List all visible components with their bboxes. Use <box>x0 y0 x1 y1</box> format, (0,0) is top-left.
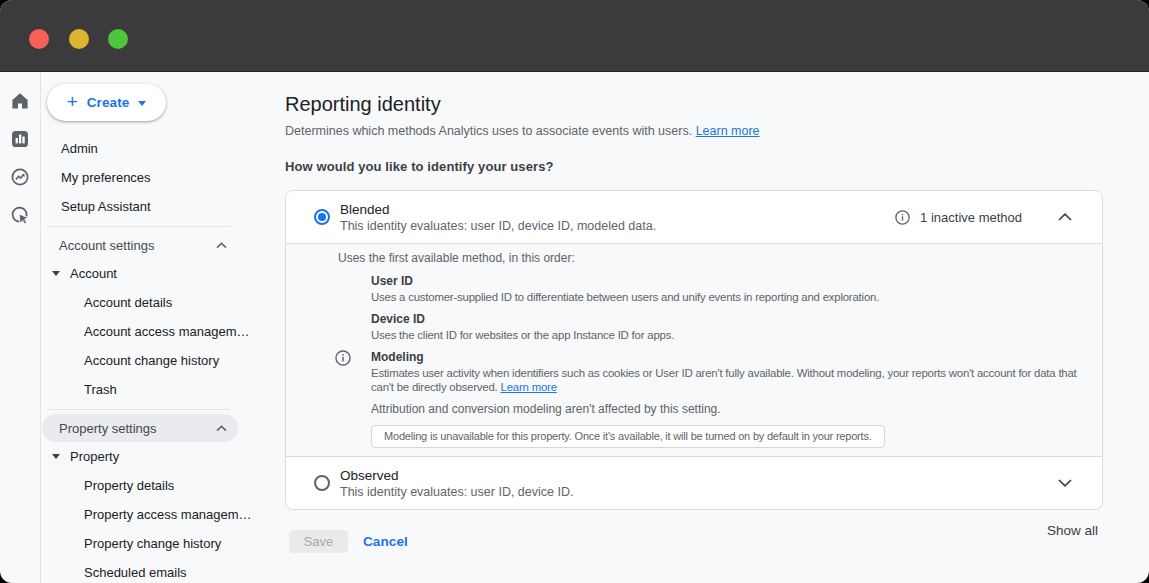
window-titlebar <box>0 0 1149 72</box>
sidebar-item-account-details[interactable]: Account details <box>41 288 285 317</box>
modeling-unavailable-notice: Modeling is unavailable for this propert… <box>371 425 885 448</box>
explore-icon[interactable] <box>10 167 30 187</box>
sidebar-group-account[interactable]: Account <box>41 259 285 288</box>
modeling-desc: Estimates user activity when identifiers… <box>371 366 1077 394</box>
section-property-settings[interactable]: Property settings <box>42 414 238 442</box>
info-icon <box>895 210 910 225</box>
inactive-method-label: 1 inactive method <box>920 210 1022 225</box>
app-window: + Create Admin My preferences Setup Assi… <box>0 0 1149 583</box>
section-account-settings[interactable]: Account settings <box>42 231 238 259</box>
advertising-icon[interactable] <box>10 205 31 226</box>
sidebar-item-property-change-history[interactable]: Property change history <box>41 529 285 558</box>
method-modeling: Modeling Estimates user activity when id… <box>335 350 1090 394</box>
reporting-identity-card: Blended This identity evaluates: user ID… <box>285 190 1103 510</box>
chevron-down-icon <box>138 101 146 106</box>
observed-radio[interactable] <box>314 475 330 491</box>
cancel-button[interactable]: Cancel <box>363 534 408 549</box>
create-button[interactable]: + Create <box>47 84 166 121</box>
sidebar-item-property-details[interactable]: Property details <box>41 471 285 500</box>
learn-more-link[interactable]: Learn more <box>696 124 760 138</box>
observed-desc: This identity evaluates: user ID, device… <box>340 485 1032 499</box>
method-user-id: User ID Uses a customer-supplied ID to d… <box>335 274 1090 304</box>
blended-radio[interactable] <box>314 209 330 225</box>
home-icon[interactable] <box>10 91 30 111</box>
plus-icon: + <box>67 92 78 111</box>
admin-sidebar: + Create Admin My preferences Setup Assi… <box>41 72 285 583</box>
option-observed[interactable]: Observed This identity evaluates: user I… <box>286 457 1102 509</box>
blended-desc: This identity evaluates: user ID, device… <box>340 219 895 233</box>
sidebar-item-my-preferences[interactable]: My preferences <box>41 163 285 192</box>
divider <box>47 226 230 227</box>
reports-icon[interactable] <box>10 129 30 149</box>
blended-label: Blended <box>340 202 895 217</box>
main-content: Reporting identity Determines which meth… <box>285 72 1149 583</box>
sidebar-item-setup-assistant[interactable]: Setup Assistant <box>41 192 285 221</box>
caret-down-icon <box>52 454 60 459</box>
save-button[interactable]: Save <box>289 530 348 553</box>
sidebar-item-admin[interactable]: Admin <box>41 134 285 163</box>
show-all-link[interactable]: Show all <box>1047 523 1098 538</box>
zoom-window-button[interactable] <box>108 29 128 49</box>
create-button-label: Create <box>87 95 130 110</box>
divider <box>47 409 230 410</box>
sidebar-item-property-access[interactable]: Property access managem… <box>41 500 285 529</box>
method-order-intro: Uses the first available method, in this… <box>335 251 1090 266</box>
sidebar-item-scheduled-emails[interactable]: Scheduled emails <box>41 558 285 583</box>
blended-details: Uses the first available method, in this… <box>286 243 1102 457</box>
observed-label: Observed <box>340 468 1032 483</box>
attribution-note: Attribution and conversion modeling aren… <box>371 402 1090 417</box>
option-blended[interactable]: Blended This identity evaluates: user ID… <box>286 191 1102 243</box>
page-subtitle: Determines which methods Analytics uses … <box>285 124 1103 138</box>
nav-rail <box>0 72 41 583</box>
page-title: Reporting identity <box>285 93 1103 116</box>
identify-users-question: How would you like to identify your user… <box>285 159 1103 174</box>
caret-down-icon <box>52 271 60 276</box>
collapse-icon[interactable] <box>1058 213 1072 221</box>
sidebar-item-account-change-history[interactable]: Account change history <box>41 346 285 375</box>
chevron-up-icon[interactable] <box>216 242 227 249</box>
sidebar-item-account-access[interactable]: Account access managem… <box>41 317 285 346</box>
info-icon <box>335 350 351 366</box>
sidebar-item-trash[interactable]: Trash <box>41 375 285 404</box>
method-device-id: Device ID Uses the client ID for website… <box>335 312 1090 342</box>
close-window-button[interactable] <box>29 29 49 49</box>
modeling-learn-more-link[interactable]: Learn more <box>501 381 557 393</box>
sidebar-group-property[interactable]: Property <box>41 442 285 471</box>
chevron-up-icon[interactable] <box>216 425 227 432</box>
minimize-window-button[interactable] <box>69 29 89 49</box>
expand-icon[interactable] <box>1058 479 1072 487</box>
